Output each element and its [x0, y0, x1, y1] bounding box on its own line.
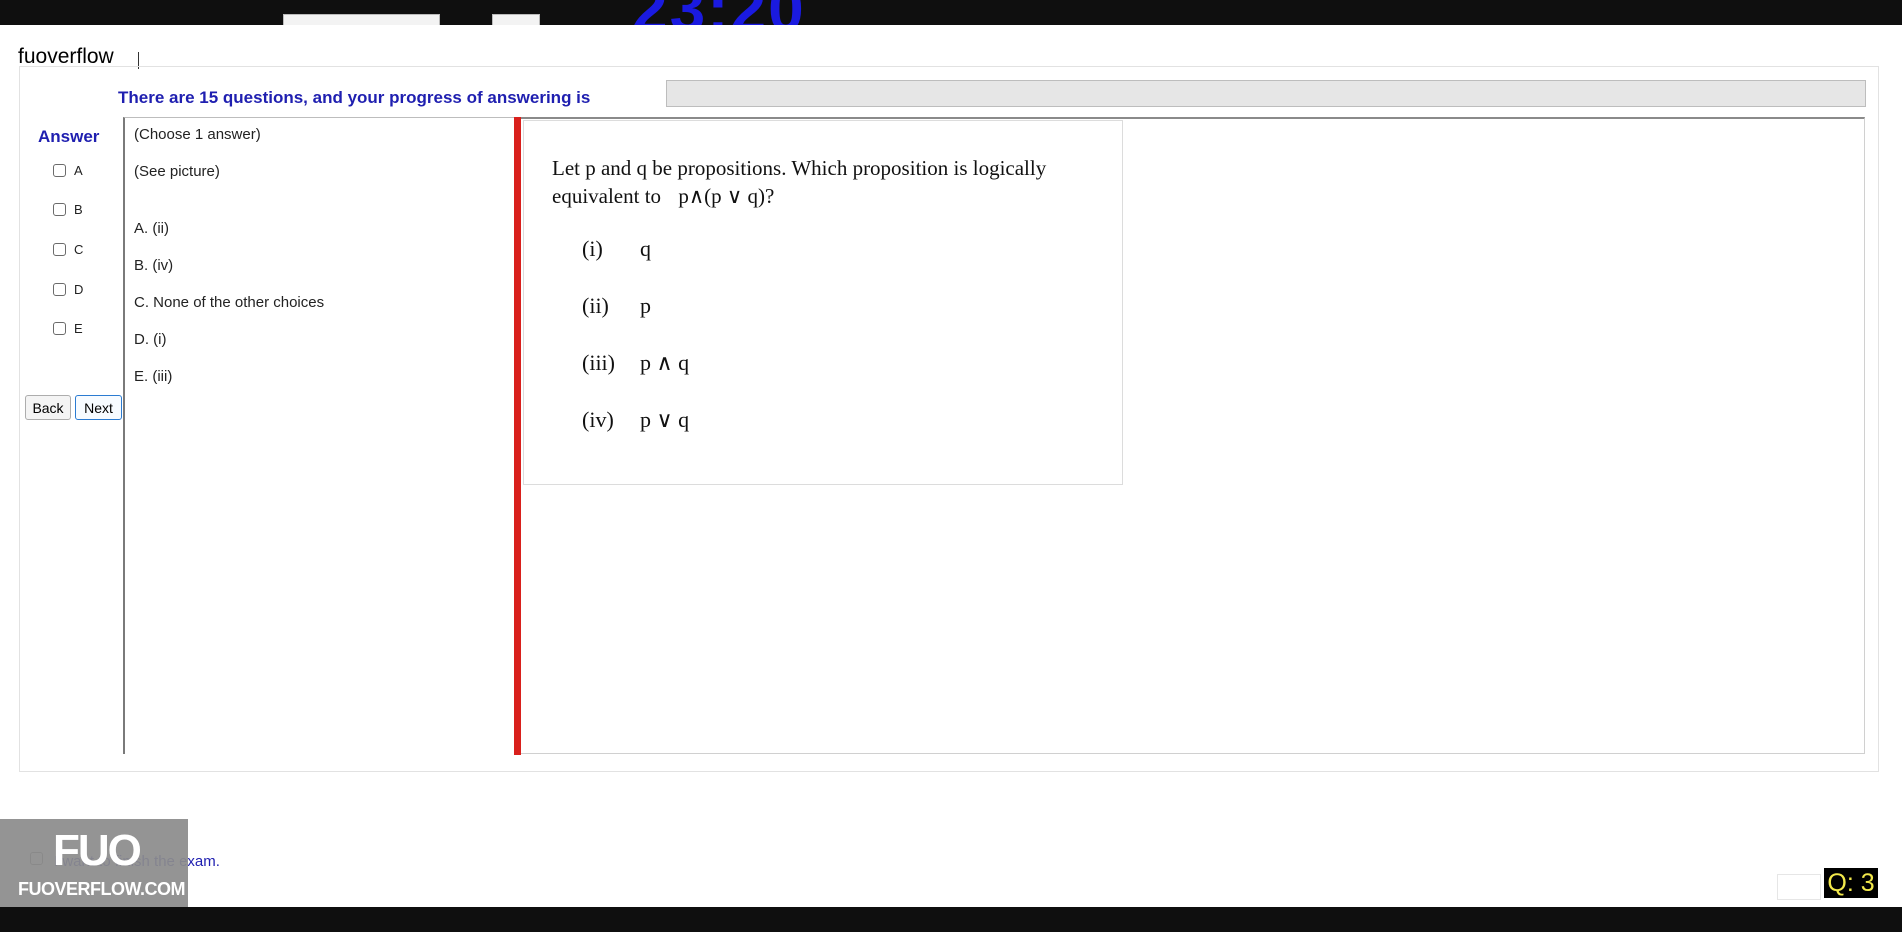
bottom-bar	[0, 907, 1902, 932]
choose-instruction: (Choose 1 answer)	[134, 126, 261, 143]
question-formula: p∧(p ∨ q)?	[678, 184, 775, 208]
choice-item-e: E. (iii)	[134, 368, 173, 385]
answer-option-a[interactable]: A	[53, 163, 83, 178]
font-size-field	[492, 14, 540, 25]
answer-d-label: D	[74, 282, 84, 297]
choice-item-b: B. (iv)	[134, 257, 174, 274]
subitem-label-4: (iv)	[582, 407, 614, 432]
answer-option-c[interactable]: C	[53, 242, 83, 257]
answer-option-b[interactable]: B	[53, 202, 83, 217]
subitem-label-3: (iii)	[582, 350, 615, 375]
top-bar: 23:20	[0, 0, 1902, 25]
subitem-expr-4: p ∨ q	[640, 407, 690, 432]
question-line-1: Let p and q be propositions. Which propo…	[552, 156, 1047, 180]
choice-item-d: D. (i)	[134, 331, 167, 348]
answer-c-label: C	[74, 242, 84, 257]
answer-option-e[interactable]: E	[53, 321, 83, 336]
see-picture-note: (See picture)	[134, 163, 220, 180]
question-line-2: equivalent to p∧(p ∨ q)?	[552, 182, 1112, 210]
panel-splitter[interactable]	[514, 117, 521, 755]
subitem-label-2: (ii)	[582, 293, 609, 318]
small-input-field[interactable]	[1777, 874, 1821, 900]
back-button[interactable]: Back	[25, 395, 71, 420]
choice-item-c: C. None of the other choices	[134, 294, 325, 311]
answer-a-label: A	[74, 163, 83, 178]
subitem-expr-2: p	[640, 293, 651, 318]
answer-e-label: E	[74, 321, 83, 336]
progress-label: There are 15 questions, and your progres…	[118, 88, 591, 107]
answer-title: Answer	[38, 127, 100, 146]
answer-c-checkbox[interactable]	[53, 243, 66, 256]
answer-option-d[interactable]: D	[53, 282, 83, 297]
answer-b-label: B	[74, 202, 83, 217]
exam-code-field	[283, 14, 440, 25]
answer-a-checkbox[interactable]	[53, 164, 66, 177]
subitem-expr-3: p ∧ q	[640, 350, 690, 375]
choice-item-a: A. (ii)	[134, 220, 169, 237]
watermark-logo-text: FUO	[53, 826, 142, 875]
watermark-domain-text: FUOVERFLOW.COM	[18, 879, 186, 899]
choices-panel	[123, 117, 515, 754]
countdown-timer: 23:20	[632, 0, 806, 25]
progress-bar	[666, 80, 1866, 107]
answer-e-checkbox[interactable]	[53, 322, 66, 335]
question-text: Let p and q be propositions. Which propo…	[552, 154, 1112, 210]
next-button[interactable]: Next	[75, 395, 122, 420]
answer-b-checkbox[interactable]	[53, 203, 66, 216]
subitem-expr-1: q	[640, 236, 651, 261]
question-number-badge: Q: 3	[1824, 868, 1878, 898]
answer-d-checkbox[interactable]	[53, 283, 66, 296]
question-prefix: equivalent to	[552, 184, 662, 208]
subitem-label-1: (i)	[582, 236, 603, 261]
